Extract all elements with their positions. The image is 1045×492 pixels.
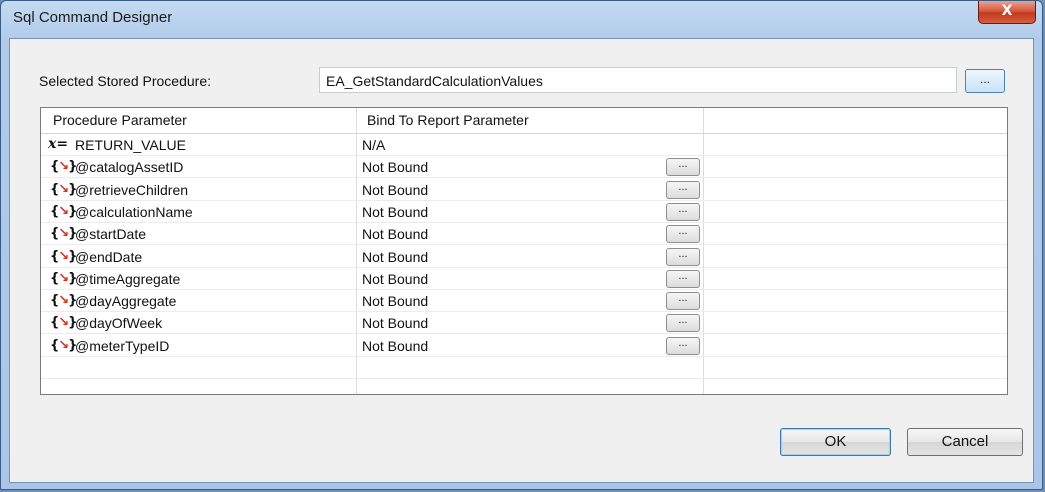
parameter-binding[interactable]: Not Bound — [362, 182, 428, 198]
browse-procedure-button[interactable]: ... — [965, 69, 1005, 93]
parameter-name: @dayOfWeek — [75, 315, 163, 332]
bind-parameter-button[interactable]: ... — [666, 269, 700, 288]
sql-command-designer-window: Sql Command Designer X Selected Stored P… — [0, 0, 1043, 490]
parameter-binding[interactable]: Not Bound — [362, 271, 428, 287]
table-row[interactable]: {↘} @dayOfWeek Not Bound... — [41, 312, 1007, 335]
bind-parameter-button[interactable]: ... — [666, 247, 700, 266]
close-icon: X — [1001, 3, 1013, 19]
parameter-icon: {↘} — [50, 181, 77, 197]
column-header-procedure-parameter[interactable]: Procedure Parameter — [53, 108, 187, 133]
parameter-binding[interactable]: Not Bound — [362, 338, 428, 354]
parameter-icon: {↘} — [50, 337, 77, 353]
cancel-button[interactable]: Cancel — [907, 428, 1023, 456]
parameter-binding[interactable]: Not Bound — [362, 159, 428, 175]
parameter-binding[interactable]: Not Bound — [362, 249, 428, 265]
bind-parameter-button[interactable]: ... — [666, 202, 700, 221]
table-row[interactable]: x= RETURN_VALUE N/A — [41, 134, 1007, 156]
title-bar[interactable]: Sql Command Designer X — [1, 1, 1042, 37]
parameter-binding[interactable]: Not Bound — [362, 204, 428, 220]
empty-row — [41, 357, 1007, 379]
table-row[interactable]: {↘} @dayAggregate Not Bound... — [41, 290, 1007, 313]
parameter-icon: {↘} — [50, 203, 77, 219]
ok-button[interactable]: OK — [780, 428, 891, 456]
parameter-name: @endDate — [75, 248, 143, 265]
parameter-binding[interactable]: Not Bound — [362, 315, 428, 331]
parameter-name: @meterTypeID — [75, 337, 170, 354]
table-row[interactable]: {↘} @startDate Not Bound... — [41, 223, 1007, 246]
parameter-grid: Procedure Parameter Bind To Report Param… — [40, 107, 1008, 395]
parameter-icon: {↘} — [50, 159, 77, 175]
parameter-name: RETURN_VALUE — [75, 137, 186, 153]
parameter-binding[interactable]: Not Bound — [362, 293, 428, 309]
close-button[interactable]: X — [978, 1, 1036, 24]
parameter-icon: {↘} — [50, 248, 77, 264]
table-row[interactable]: {↘} @meterTypeID Not Bound... — [41, 335, 1007, 357]
parameter-icon: {↘} — [50, 293, 77, 309]
column-header-bind-to-report-parameter[interactable]: Bind To Report Parameter — [367, 108, 529, 133]
parameter-name: @calculationName — [75, 203, 193, 220]
table-row[interactable]: {↘} @endDate Not Bound... — [41, 246, 1007, 268]
parameter-icon: {↘} — [50, 226, 77, 242]
dialog-body: Selected Stored Procedure: EA_GetStandar… — [9, 38, 1034, 483]
parameter-icon: {↘} — [50, 270, 77, 286]
x-equals-icon: x= — [48, 136, 69, 152]
table-row[interactable]: {↘} @catalogAssetID Not Bound... — [41, 156, 1007, 179]
parameter-name: @retrieveChildren — [75, 181, 189, 198]
bind-parameter-button[interactable]: ... — [666, 292, 700, 311]
bind-parameter-button[interactable]: ... — [666, 336, 700, 355]
parameter-name: @catalogAssetID — [75, 159, 184, 176]
bind-parameter-button[interactable]: ... — [666, 314, 700, 333]
parameter-binding[interactable]: Not Bound — [362, 226, 428, 242]
bind-parameter-button[interactable]: ... — [666, 225, 700, 244]
grid-header: Procedure Parameter Bind To Report Param… — [41, 108, 1007, 134]
window-title: Sql Command Designer — [13, 9, 173, 26]
parameter-name: @dayAggregate — [75, 293, 177, 310]
table-row[interactable]: {↘} @calculationName Not Bound... — [41, 201, 1007, 223]
bind-parameter-button[interactable]: ... — [666, 180, 700, 199]
empty-row — [41, 379, 1007, 394]
parameter-binding[interactable]: N/A — [362, 137, 385, 153]
table-row[interactable]: {↘} @retrieveChildren Not Bound... — [41, 179, 1007, 201]
parameter-name: @timeAggregate — [75, 270, 181, 287]
stored-procedure-label: Selected Stored Procedure: — [39, 73, 211, 89]
stored-procedure-field[interactable]: EA_GetStandardCalculationValues — [319, 67, 957, 93]
table-row[interactable]: {↘} @timeAggregate Not Bound... — [41, 268, 1007, 290]
bind-parameter-button[interactable]: ... — [666, 158, 700, 177]
parameter-icon: {↘} — [50, 315, 77, 331]
parameter-name: @startDate — [75, 226, 147, 243]
